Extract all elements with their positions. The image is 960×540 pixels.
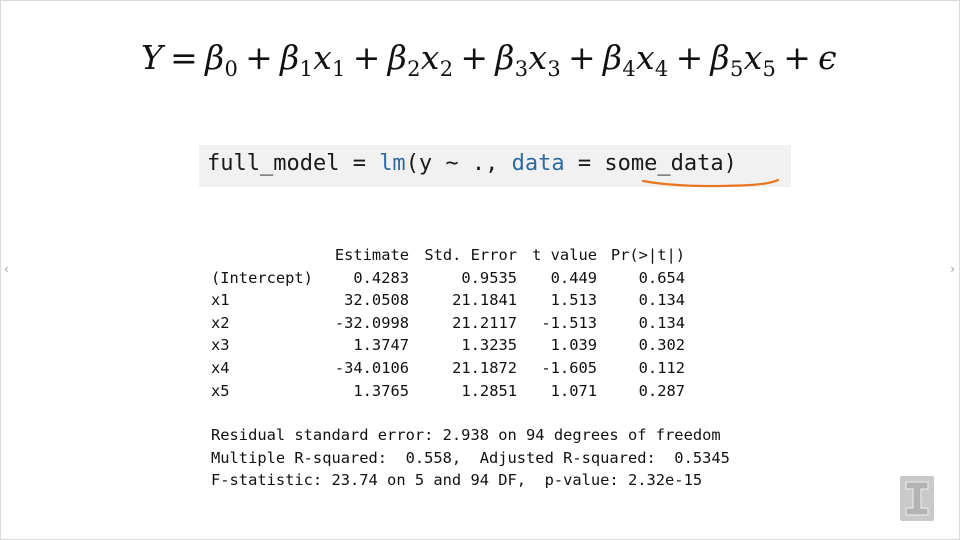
row-t-value: 0.449 xyxy=(550,268,597,287)
row-term: x1 xyxy=(211,291,230,310)
code-args: (y ~ ., xyxy=(405,151,512,176)
row-p-value: 0.112 xyxy=(638,358,685,377)
table-row: x1 32.0508 21.1841 1.513 0.134 xyxy=(211,289,730,312)
term-variable: x xyxy=(528,38,548,77)
table-row: x3 1.3747 1.3235 1.039 0.302 xyxy=(211,334,730,357)
university-logo xyxy=(900,476,934,521)
row-term: x2 xyxy=(211,313,230,332)
row-estimate: 32.0508 xyxy=(344,291,409,310)
row-std-error: 21.2117 xyxy=(452,313,517,332)
term-variable: x xyxy=(743,38,763,77)
coefficient-subscript: 2 xyxy=(407,57,421,81)
code-assign: full_model = xyxy=(207,151,380,176)
summary-r-squared: Multiple R-squared: 0.558, Adjusted R-sq… xyxy=(211,448,730,467)
coefficient-subscript: 1 xyxy=(299,57,314,81)
equation-term: β5x5 xyxy=(710,38,777,80)
code-snippet: full_model = lm(y ~ ., data = some_data) xyxy=(199,145,791,187)
row-std-error: 1.2851 xyxy=(461,381,517,400)
term-coefficient: β xyxy=(387,38,408,77)
coef-table-header: Estimate Std. Error t value Pr(>|t|) xyxy=(211,244,730,267)
code-keyword: data xyxy=(511,151,565,176)
equation-lhs: Y xyxy=(141,38,164,77)
equation-term: β0 xyxy=(205,38,238,80)
code-data-argument: some_data xyxy=(604,151,724,176)
equation-term: β3x3 xyxy=(495,38,561,80)
coef-table-body: (Intercept) 0.4283 0.9535 0.449 0.654 x1 32.05… xyxy=(211,267,730,403)
summary-residual-se: Residual standard error: 2.938 on 94 deg… xyxy=(211,426,721,445)
row-t-value: 1.039 xyxy=(550,336,597,355)
coefficient-subscript: 5 xyxy=(729,57,744,81)
code-function: lm xyxy=(379,151,406,176)
row-std-error: 21.1872 xyxy=(452,358,517,377)
code-equals: = xyxy=(564,151,605,176)
equation-term: β4x4 xyxy=(602,38,669,80)
term-coefficient: β xyxy=(602,38,623,77)
row-term: x3 xyxy=(211,336,230,355)
coefficient-subscript: 4 xyxy=(622,57,636,81)
row-std-error: 21.1841 xyxy=(452,291,517,310)
row-estimate: -34.0106 xyxy=(334,358,409,377)
row-estimate: 0.4283 xyxy=(353,268,409,287)
equation-term: β2x2 xyxy=(387,38,454,80)
row-t-value: -1.605 xyxy=(541,358,597,377)
row-p-value: 0.654 xyxy=(638,268,685,287)
row-p-value: 0.134 xyxy=(638,313,685,332)
row-estimate: -32.0998 xyxy=(334,313,409,332)
term-coefficient: β xyxy=(205,38,225,77)
term-coefficient: β xyxy=(710,38,730,77)
chevron-left-icon[interactable]: ‹ xyxy=(4,262,9,276)
term-variable: x xyxy=(313,38,333,77)
row-std-error: 1.3235 xyxy=(461,336,517,355)
block-i-icon xyxy=(905,481,929,516)
row-term: x4 xyxy=(211,358,230,377)
equation-error-term: ϵ xyxy=(818,38,837,77)
code-close-paren: ) xyxy=(723,151,737,176)
row-p-value: 0.134 xyxy=(638,291,685,310)
chevron-right-icon[interactable]: › xyxy=(950,262,955,276)
term-coefficient: β xyxy=(280,38,300,77)
table-row: (Intercept) 0.4283 0.9535 0.449 0.654 xyxy=(211,267,730,290)
term-variable: x xyxy=(636,38,655,77)
summary-f-statistic: F-statistic: 23.74 on 5 and 94 DF, p-val… xyxy=(211,471,703,490)
header-t-value: t value xyxy=(532,246,597,264)
row-estimate: 1.3765 xyxy=(353,381,409,400)
row-term: (Intercept) xyxy=(211,268,313,287)
coefficient-subscript: 0 xyxy=(224,57,239,81)
variable-subscript: 5 xyxy=(762,57,777,81)
term-coefficient: β xyxy=(495,38,515,77)
equation-term: β1x1 xyxy=(280,38,346,80)
row-p-value: 0.287 xyxy=(638,381,685,400)
table-row: x5 1.3765 1.2851 1.071 0.287 xyxy=(211,380,730,403)
header-p-value: Pr(>|t|) xyxy=(610,246,685,264)
row-term: x5 xyxy=(211,381,230,400)
row-std-error: 0.9535 xyxy=(461,268,517,287)
row-t-value: 1.513 xyxy=(550,291,597,310)
term-variable: x xyxy=(420,38,440,77)
variable-subscript: 4 xyxy=(654,57,669,81)
regression-equation: Y = β0 + β1x1 + β2x2 + β3x3 + β4x4 + β5x5 + ϵ xyxy=(141,38,837,81)
equation-terms: β0 + β1x1 + β2x2 + β3x3 + β4x4 + β5x5 xyxy=(205,38,777,81)
coefficient-subscript: 3 xyxy=(514,57,529,81)
table-row: x4 -34.0106 21.1872 -1.605 0.112 xyxy=(211,357,730,380)
row-t-value: -1.513 xyxy=(541,313,597,332)
row-estimate: 1.3747 xyxy=(353,336,409,355)
variable-subscript: 3 xyxy=(547,57,561,81)
row-p-value: 0.302 xyxy=(638,336,685,355)
row-t-value: 1.071 xyxy=(550,381,597,400)
header-std-error: Std. Error xyxy=(424,246,517,264)
variable-subscript: 2 xyxy=(439,57,454,81)
variable-subscript: 1 xyxy=(332,57,346,81)
model-summary: Residual standard error: 2.938 on 94 deg… xyxy=(211,424,730,492)
regression-output: Estimate Std. Error t value Pr(>|t|) (Inter… xyxy=(211,244,730,492)
table-row: x2 -32.0998 21.2117 -1.513 0.134 xyxy=(211,312,730,335)
header-estimate: Estimate xyxy=(334,246,409,264)
